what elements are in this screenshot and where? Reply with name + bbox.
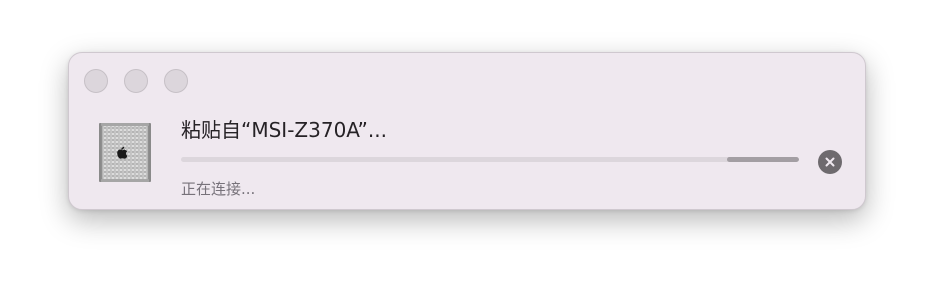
progress-bar-fill xyxy=(727,157,799,162)
progress-window: 粘贴自“MSI-Z370A”... 正在连接... xyxy=(68,52,866,210)
close-icon xyxy=(825,157,835,167)
mac-pro-icon xyxy=(99,122,151,183)
progress-bar xyxy=(181,157,799,162)
status-text: 正在连接... xyxy=(181,180,256,198)
dialog-title: 粘贴自“MSI-Z370A”... xyxy=(181,118,387,142)
close-window-button[interactable] xyxy=(84,69,108,93)
zoom-window-button[interactable] xyxy=(164,69,188,93)
minimize-window-button[interactable] xyxy=(124,69,148,93)
cancel-button[interactable] xyxy=(818,150,842,174)
